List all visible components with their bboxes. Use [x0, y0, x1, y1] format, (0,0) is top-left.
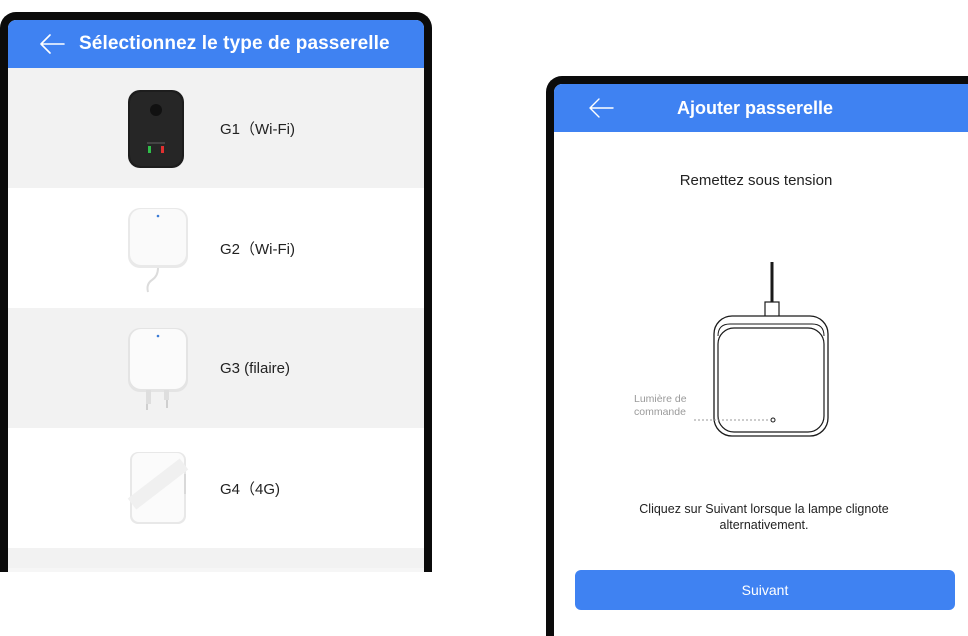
add-gateway-screen: Ajouter passerelle Remettez sous tension…: [546, 76, 968, 636]
step-heading: Remettez sous tension: [679, 172, 833, 189]
arrow-left-icon[interactable]: [39, 34, 65, 54]
gateway-list: G1（Wi-Fi) G2（Wi-Fi) G3 (filaire) G4（4G): [8, 68, 424, 568]
indicator-label-line2: commande: [634, 406, 686, 418]
page-title: Ajouter passerelle: [676, 97, 834, 118]
arrow-left-icon[interactable]: [588, 98, 614, 118]
gateway-power-illustration: Lumière de commande: [634, 262, 829, 437]
gateway-g2-image: [128, 208, 188, 293]
indicator-label-line1: Lumière de: [634, 393, 687, 405]
list-item-partial: [8, 548, 424, 568]
instruction-text: Cliquez sur Suivant lorsque la lampe cli…: [639, 502, 889, 532]
next-button[interactable]: Suivant: [575, 570, 955, 610]
gateway-item-g4[interactable]: G4（4G): [8, 428, 424, 548]
gateway-g1-image: [128, 90, 184, 168]
gateway-label: G3 (filaire): [220, 359, 291, 377]
gateway-label: G1（Wi-Fi): [220, 120, 295, 138]
gateway-g3-image: [128, 328, 188, 410]
gateway-item-g3[interactable]: G3 (filaire): [8, 308, 424, 428]
gateway-label: G4（4G): [220, 480, 281, 498]
gateway-label: G2（Wi-Fi): [220, 240, 295, 258]
app-bar: Ajouter passerelle: [554, 84, 968, 132]
page-title: Sélectionnez le type de passerelle: [79, 33, 390, 54]
gateway-item-g2[interactable]: G2（Wi-Fi): [8, 188, 424, 308]
gateway-g4-image: [127, 452, 189, 524]
app-bar: Sélectionnez le type de passerelle: [8, 20, 424, 68]
gateway-item-g1[interactable]: G1（Wi-Fi): [8, 68, 424, 188]
gateway-type-screen: Sélectionnez le type de passerelle G1（Wi…: [0, 12, 432, 572]
